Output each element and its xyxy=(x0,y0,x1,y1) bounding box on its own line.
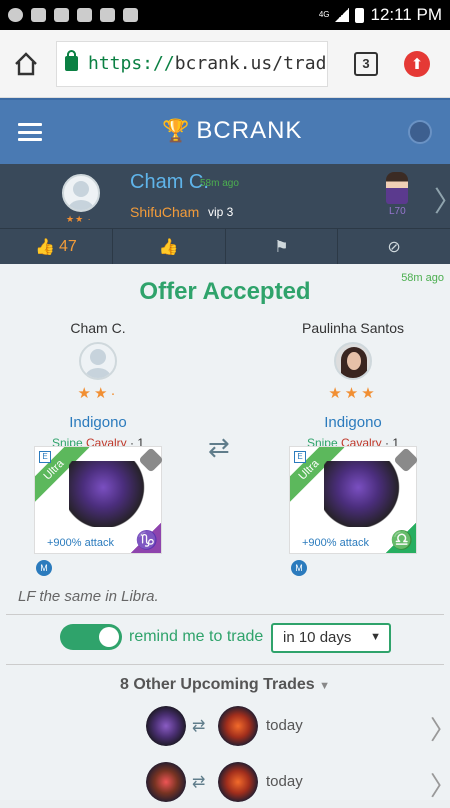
signal-icon xyxy=(335,8,350,22)
monster-name[interactable]: Indigono xyxy=(28,414,168,431)
brand-logo[interactable]: 🏆 BCRANK xyxy=(162,117,302,145)
monster-thumbnail xyxy=(218,762,258,802)
clock: 12:11 PM xyxy=(370,5,442,24)
swap-icon: ⇄ xyxy=(192,774,206,791)
character-avatar xyxy=(386,172,408,204)
like-button[interactable]: 👍 xyxy=(113,229,226,264)
tab-switcher-button[interactable]: 3 xyxy=(354,51,378,76)
chevron-right-icon: 〉 xyxy=(430,710,450,747)
menu-icon-bar xyxy=(18,138,42,141)
trader-right: Paulinha Santos ★★★ Indigono Snipe Caval… xyxy=(283,320,423,450)
trade-note: LF the same in Libra. xyxy=(18,588,159,605)
chevron-right-icon: 〉 xyxy=(430,766,450,803)
star-rating: ★★· xyxy=(77,385,119,402)
divider xyxy=(6,664,444,665)
update-button[interactable]: ⬆ xyxy=(404,50,430,77)
home-icon xyxy=(15,51,37,75)
swap-icon: ⇄ xyxy=(192,718,206,735)
avatar[interactable] xyxy=(62,174,100,212)
remind-label: remind me to trade xyxy=(129,628,264,645)
trade-date: today xyxy=(266,773,303,790)
gallery-icon xyxy=(77,8,92,22)
block-icon: ⊘ xyxy=(387,238,401,256)
likes-count: 47 xyxy=(58,237,77,255)
poster-name[interactable]: Cham C. xyxy=(130,171,209,194)
monster-image xyxy=(69,461,145,527)
youtube-icon-2 xyxy=(54,8,69,22)
monster-thumbnail xyxy=(218,706,258,746)
thumbs-up-icon: 👍 xyxy=(158,238,179,256)
download-icon xyxy=(100,8,115,22)
dropdown-caret-icon: ▼ xyxy=(370,631,381,643)
monster-image xyxy=(324,461,400,527)
star-rating: ★★ · xyxy=(66,214,92,224)
post-timestamp: 58m ago xyxy=(200,178,239,189)
trade-status-title: Offer Accepted xyxy=(139,278,311,305)
trade-date: today xyxy=(266,717,303,734)
address-bar[interactable]: https:// bcrank.us/trade xyxy=(56,40,328,87)
browser-toolbar: https:// bcrank.us/trade 3 ⬆ xyxy=(0,30,450,98)
remind-toggle[interactable] xyxy=(60,624,122,650)
menu-icon-bar xyxy=(18,123,42,126)
status-bar: 4G 12:11 PM xyxy=(0,0,450,30)
monster-thumbnail xyxy=(146,762,186,802)
select-value: in 10 days xyxy=(283,629,352,646)
poster-profile[interactable]: ★★ · Cham C. 58m ago ShifuCham vip 3 L70… xyxy=(0,164,450,228)
brand-name: BCRANK xyxy=(196,117,303,144)
battery-icon xyxy=(355,7,365,23)
block-button[interactable]: ⊘ xyxy=(338,229,450,264)
url-scheme: https:// xyxy=(88,53,175,74)
attack-bonus: +900% attack xyxy=(302,537,369,549)
upcoming-trade-row[interactable]: ⇄ today 〉 xyxy=(0,758,450,808)
vip-badge: vip 3 xyxy=(208,205,234,219)
likes-count-button[interactable]: 👍 47 xyxy=(0,229,113,264)
monster-name[interactable]: Indigono xyxy=(283,414,423,431)
divider xyxy=(6,614,444,615)
chevron-right-icon[interactable]: 〉 xyxy=(434,180,450,220)
trophy-icon: 🏆 xyxy=(162,118,191,143)
zodiac-icon: ♑ xyxy=(131,523,161,553)
avatar[interactable] xyxy=(334,342,372,380)
voicemail-icon xyxy=(123,8,138,22)
trader-name[interactable]: Paulinha Santos xyxy=(283,320,423,336)
youtube-icon xyxy=(31,8,46,22)
zodiac-icon: ♎ xyxy=(386,523,416,553)
network-type: 4G xyxy=(318,10,330,19)
m-badge: M xyxy=(36,560,52,576)
avatar[interactable] xyxy=(79,342,117,380)
star-rating: ★★★ xyxy=(328,385,378,402)
home-button[interactable] xyxy=(10,48,42,80)
trader-name[interactable]: Cham C. xyxy=(28,320,168,336)
caret-down-icon: ▼ xyxy=(319,680,331,692)
tier-icon: E xyxy=(39,451,51,463)
trade-detail: 58m ago Offer Accepted Cham C. ★★· Indig… xyxy=(0,264,450,802)
globe-icon[interactable] xyxy=(408,120,432,144)
menu-button[interactable] xyxy=(18,123,42,141)
thumbs-up-icon: 👍 xyxy=(35,238,55,256)
remind-interval-select[interactable]: in 10 days ▼ xyxy=(271,623,391,653)
attack-bonus: +900% attack xyxy=(47,537,114,549)
monster-thumbnail xyxy=(146,706,186,746)
menu-icon-bar xyxy=(18,130,42,134)
app-header: 🏆 BCRANK xyxy=(0,98,450,164)
upcoming-trade-row[interactable]: ⇄ today 〉 xyxy=(0,702,450,752)
swap-icon: ⇄ xyxy=(208,432,230,462)
whatsapp-icon xyxy=(8,8,23,22)
url-path: bcrank.us/trade xyxy=(174,53,328,74)
trader-left: Cham C. ★★· Indigono Snipe Cavalry · 1 xyxy=(28,320,168,450)
tier-icon: E xyxy=(294,451,306,463)
post-actions: 👍 47 👍 ⚑ ⊘ xyxy=(0,228,450,264)
flag-icon: ⚑ xyxy=(274,238,289,256)
upcoming-trades-toggle[interactable]: 8 Other Upcoming Trades ▼ xyxy=(0,676,450,694)
lock-icon xyxy=(65,50,78,71)
arrow-up-icon: ⬆ xyxy=(410,55,424,73)
report-button[interactable]: ⚑ xyxy=(226,229,339,264)
m-badge: M xyxy=(291,560,307,576)
upcoming-trades-title: 8 Other Upcoming Trades xyxy=(119,676,315,693)
player-level: L70 xyxy=(389,206,406,217)
notification-icons xyxy=(8,8,138,22)
poster-nickname: ShifuCham xyxy=(130,204,200,220)
